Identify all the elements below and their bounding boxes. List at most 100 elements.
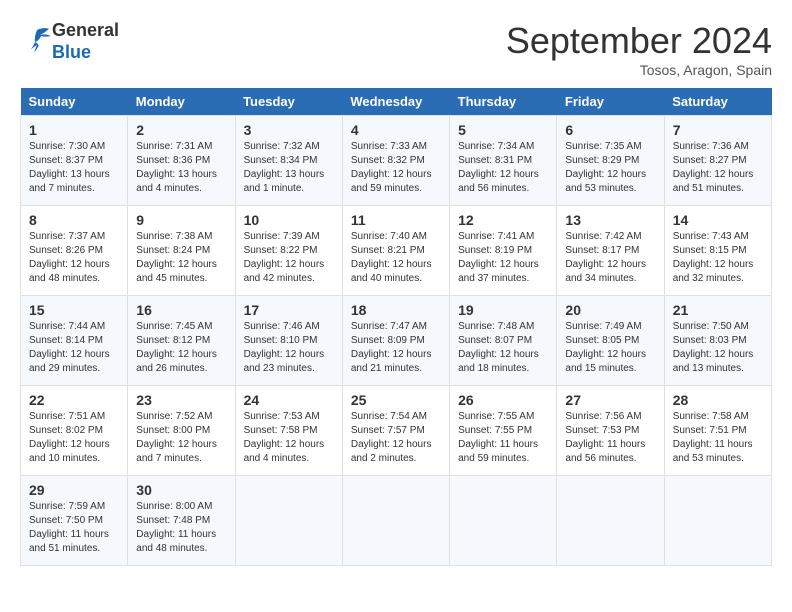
table-row: 16 Sunrise: 7:45 AM Sunset: 8:12 PM Dayl… xyxy=(128,296,235,386)
table-row xyxy=(557,476,664,566)
table-row: 30 Sunrise: 8:00 AM Sunset: 7:48 PM Dayl… xyxy=(128,476,235,566)
day-number: 9 xyxy=(136,212,226,228)
day-info: Sunrise: 7:54 AM Sunset: 7:57 PM Dayligh… xyxy=(351,410,441,466)
table-row: 5 Sunrise: 7:34 AM Sunset: 8:31 PM Dayli… xyxy=(450,116,557,206)
header-sunday: Sunday xyxy=(21,88,128,116)
calendar-week-row: 8 Sunrise: 7:37 AM Sunset: 8:26 PM Dayli… xyxy=(21,206,772,296)
day-number: 21 xyxy=(673,302,763,318)
table-row: 4 Sunrise: 7:33 AM Sunset: 8:32 PM Dayli… xyxy=(342,116,449,206)
table-row: 20 Sunrise: 7:49 AM Sunset: 8:05 PM Dayl… xyxy=(557,296,664,386)
table-row xyxy=(664,476,771,566)
location-subtitle: Tosos, Aragon, Spain xyxy=(506,62,772,78)
day-number: 5 xyxy=(458,122,548,138)
day-info: Sunrise: 7:45 AM Sunset: 8:12 PM Dayligh… xyxy=(136,320,226,376)
table-row: 9 Sunrise: 7:38 AM Sunset: 8:24 PM Dayli… xyxy=(128,206,235,296)
day-number: 19 xyxy=(458,302,548,318)
table-row: 14 Sunrise: 7:43 AM Sunset: 8:15 PM Dayl… xyxy=(664,206,771,296)
day-number: 22 xyxy=(29,392,119,408)
day-number: 3 xyxy=(244,122,334,138)
day-info: Sunrise: 7:50 AM Sunset: 8:03 PM Dayligh… xyxy=(673,320,763,376)
calendar-week-row: 22 Sunrise: 7:51 AM Sunset: 8:02 PM Dayl… xyxy=(21,386,772,476)
day-number: 24 xyxy=(244,392,334,408)
day-info: Sunrise: 7:51 AM Sunset: 8:02 PM Dayligh… xyxy=(29,410,119,466)
day-number: 23 xyxy=(136,392,226,408)
table-row: 26 Sunrise: 7:55 AM Sunset: 7:55 PM Dayl… xyxy=(450,386,557,476)
day-number: 25 xyxy=(351,392,441,408)
calendar-week-row: 29 Sunrise: 7:59 AM Sunset: 7:50 PM Dayl… xyxy=(21,476,772,566)
table-row: 25 Sunrise: 7:54 AM Sunset: 7:57 PM Dayl… xyxy=(342,386,449,476)
day-info: Sunrise: 7:32 AM Sunset: 8:34 PM Dayligh… xyxy=(244,140,334,196)
day-info: Sunrise: 7:33 AM Sunset: 8:32 PM Dayligh… xyxy=(351,140,441,196)
table-row: 18 Sunrise: 7:47 AM Sunset: 8:09 PM Dayl… xyxy=(342,296,449,386)
day-info: Sunrise: 7:44 AM Sunset: 8:14 PM Dayligh… xyxy=(29,320,119,376)
day-number: 26 xyxy=(458,392,548,408)
table-row: 1 Sunrise: 7:30 AM Sunset: 8:37 PM Dayli… xyxy=(21,116,128,206)
day-info: Sunrise: 7:53 AM Sunset: 7:58 PM Dayligh… xyxy=(244,410,334,466)
title-block: September 2024 Tosos, Aragon, Spain xyxy=(506,20,772,78)
header-thursday: Thursday xyxy=(450,88,557,116)
day-number: 6 xyxy=(565,122,655,138)
table-row: 19 Sunrise: 7:48 AM Sunset: 8:07 PM Dayl… xyxy=(450,296,557,386)
day-info: Sunrise: 7:42 AM Sunset: 8:17 PM Dayligh… xyxy=(565,230,655,286)
day-number: 14 xyxy=(673,212,763,228)
table-row: 8 Sunrise: 7:37 AM Sunset: 8:26 PM Dayli… xyxy=(21,206,128,296)
day-info: Sunrise: 7:43 AM Sunset: 8:15 PM Dayligh… xyxy=(673,230,763,286)
table-row xyxy=(450,476,557,566)
calendar-table: Sunday Monday Tuesday Wednesday Thursday… xyxy=(20,88,772,566)
day-info: Sunrise: 7:56 AM Sunset: 7:53 PM Dayligh… xyxy=(565,410,655,466)
day-number: 1 xyxy=(29,122,119,138)
day-number: 8 xyxy=(29,212,119,228)
day-info: Sunrise: 7:48 AM Sunset: 8:07 PM Dayligh… xyxy=(458,320,548,376)
table-row: 10 Sunrise: 7:39 AM Sunset: 8:22 PM Dayl… xyxy=(235,206,342,296)
table-row: 22 Sunrise: 7:51 AM Sunset: 8:02 PM Dayl… xyxy=(21,386,128,476)
table-row: 17 Sunrise: 7:46 AM Sunset: 8:10 PM Dayl… xyxy=(235,296,342,386)
day-info: Sunrise: 7:40 AM Sunset: 8:21 PM Dayligh… xyxy=(351,230,441,286)
table-row: 2 Sunrise: 7:31 AM Sunset: 8:36 PM Dayli… xyxy=(128,116,235,206)
day-info: Sunrise: 7:49 AM Sunset: 8:05 PM Dayligh… xyxy=(565,320,655,376)
day-number: 27 xyxy=(565,392,655,408)
day-number: 7 xyxy=(673,122,763,138)
day-number: 29 xyxy=(29,482,119,498)
header-wednesday: Wednesday xyxy=(342,88,449,116)
table-row: 6 Sunrise: 7:35 AM Sunset: 8:29 PM Dayli… xyxy=(557,116,664,206)
page-header: General Blue September 2024 Tosos, Arago… xyxy=(20,20,772,78)
day-number: 15 xyxy=(29,302,119,318)
table-row: 12 Sunrise: 7:41 AM Sunset: 8:19 PM Dayl… xyxy=(450,206,557,296)
day-info: Sunrise: 7:38 AM Sunset: 8:24 PM Dayligh… xyxy=(136,230,226,286)
calendar-week-row: 1 Sunrise: 7:30 AM Sunset: 8:37 PM Dayli… xyxy=(21,116,772,206)
logo-text: General Blue xyxy=(52,20,119,63)
month-title: September 2024 xyxy=(506,20,772,62)
calendar-week-row: 15 Sunrise: 7:44 AM Sunset: 8:14 PM Dayl… xyxy=(21,296,772,386)
day-info: Sunrise: 7:46 AM Sunset: 8:10 PM Dayligh… xyxy=(244,320,334,376)
day-number: 30 xyxy=(136,482,226,498)
table-row: 24 Sunrise: 7:53 AM Sunset: 7:58 PM Dayl… xyxy=(235,386,342,476)
header-monday: Monday xyxy=(128,88,235,116)
logo: General Blue xyxy=(20,20,119,63)
day-info: Sunrise: 8:00 AM Sunset: 7:48 PM Dayligh… xyxy=(136,500,226,556)
header-friday: Friday xyxy=(557,88,664,116)
day-number: 11 xyxy=(351,212,441,228)
table-row: 15 Sunrise: 7:44 AM Sunset: 8:14 PM Dayl… xyxy=(21,296,128,386)
table-row: 11 Sunrise: 7:40 AM Sunset: 8:21 PM Dayl… xyxy=(342,206,449,296)
day-info: Sunrise: 7:35 AM Sunset: 8:29 PM Dayligh… xyxy=(565,140,655,196)
day-info: Sunrise: 7:52 AM Sunset: 8:00 PM Dayligh… xyxy=(136,410,226,466)
day-number: 20 xyxy=(565,302,655,318)
table-row xyxy=(342,476,449,566)
day-number: 18 xyxy=(351,302,441,318)
day-number: 28 xyxy=(673,392,763,408)
day-info: Sunrise: 7:31 AM Sunset: 8:36 PM Dayligh… xyxy=(136,140,226,196)
day-number: 10 xyxy=(244,212,334,228)
table-row: 21 Sunrise: 7:50 AM Sunset: 8:03 PM Dayl… xyxy=(664,296,771,386)
day-number: 13 xyxy=(565,212,655,228)
day-info: Sunrise: 7:36 AM Sunset: 8:27 PM Dayligh… xyxy=(673,140,763,196)
day-number: 12 xyxy=(458,212,548,228)
table-row xyxy=(235,476,342,566)
calendar-header-row: Sunday Monday Tuesday Wednesday Thursday… xyxy=(21,88,772,116)
table-row: 3 Sunrise: 7:32 AM Sunset: 8:34 PM Dayli… xyxy=(235,116,342,206)
day-number: 4 xyxy=(351,122,441,138)
logo-bird-icon xyxy=(22,24,52,54)
day-info: Sunrise: 7:55 AM Sunset: 7:55 PM Dayligh… xyxy=(458,410,548,466)
day-info: Sunrise: 7:34 AM Sunset: 8:31 PM Dayligh… xyxy=(458,140,548,196)
day-number: 2 xyxy=(136,122,226,138)
table-row: 28 Sunrise: 7:58 AM Sunset: 7:51 PM Dayl… xyxy=(664,386,771,476)
